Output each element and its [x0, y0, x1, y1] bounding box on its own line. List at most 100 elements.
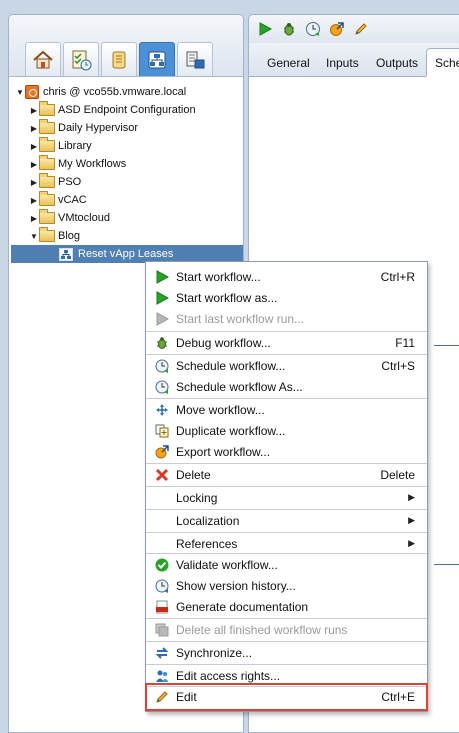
menu-item-localization[interactable]: Localization ▶ — [146, 510, 427, 531]
submenu-arrow-icon: ▶ — [408, 538, 415, 548]
delete-icon — [154, 467, 170, 483]
run-button[interactable] — [255, 19, 275, 39]
menu-item-label: Delete all finished workflow runs — [176, 622, 348, 637]
menu-item-edit-access-rights[interactable]: Edit access rights... — [146, 665, 427, 686]
users-icon — [154, 668, 170, 684]
collapse-arrow-icon[interactable]: ▶ — [29, 160, 39, 169]
tab-general[interactable]: General — [267, 48, 310, 77]
move-icon — [154, 402, 170, 418]
tree-root-label: chris @ vco55b.vmware.local — [43, 86, 187, 98]
tree-folder[interactable]: ▶ Daily Hypervisor — [29, 119, 243, 137]
menu-item-delete-finished-runs[interactable]: Delete all finished workflow runs — [146, 619, 427, 640]
collapse-arrow-icon[interactable]: ▶ — [29, 142, 39, 151]
export-button[interactable] — [327, 19, 347, 39]
menu-item-edit[interactable]: Edit Ctrl+E — [146, 686, 427, 707]
menu-item-references[interactable]: References ▶ — [146, 533, 427, 554]
menu-item-generate-documentation[interactable]: Generate documentation — [146, 596, 427, 617]
play-icon — [154, 290, 170, 306]
menu-item-move-workflow[interactable]: Move workflow... — [146, 399, 427, 420]
workflow-icon — [59, 247, 73, 261]
inventory-tab[interactable] — [177, 42, 213, 76]
menu-item-start-workflow[interactable]: Start workflow... Ctrl+R — [146, 266, 427, 287]
menu-item-start-workflow-as[interactable]: Start workflow as... — [146, 287, 427, 308]
menu-item-label: Move workflow... — [176, 402, 265, 417]
tree-root[interactable]: ▼ chris @ vco55b.vmware.local — [15, 83, 243, 101]
tree-folder[interactable]: ▶ vCAC — [29, 191, 243, 209]
edit-button[interactable] — [351, 19, 371, 39]
menu-item-label: Delete — [176, 467, 211, 482]
menu-item-export-workflow[interactable]: Export workflow... — [146, 441, 427, 462]
menu-item-start-last-run[interactable]: Start last workflow run... — [146, 308, 427, 329]
collapse-arrow-icon[interactable]: ▶ — [29, 106, 39, 115]
menu-item-label: Schedule workflow... — [176, 358, 286, 373]
menu-item-duplicate-workflow[interactable]: Duplicate workflow... — [146, 420, 427, 441]
debug-button[interactable] — [279, 19, 299, 39]
folder-label: ASD Endpoint Configuration — [58, 104, 196, 116]
menu-item-delete[interactable]: Delete Delete — [146, 464, 427, 485]
blank-icon-slot — [154, 490, 170, 506]
tree-folder[interactable]: ▶ My Workflows — [29, 155, 243, 173]
workflows-tab[interactable] — [139, 42, 175, 76]
expand-arrow-icon[interactable]: ▼ — [15, 88, 25, 97]
expand-arrow-icon[interactable]: ▼ — [29, 232, 39, 241]
check-icon — [154, 557, 170, 573]
tree-folder[interactable]: ▶ VMtocloud — [29, 209, 243, 227]
tab-outputs[interactable]: Outputs — [376, 48, 418, 77]
home-tab[interactable] — [25, 42, 61, 76]
menu-item-label: Debug workflow... — [176, 335, 271, 350]
tree-folder[interactable]: ▶ PSO — [29, 173, 243, 191]
menu-item-debug-workflow[interactable]: Debug workflow... F11 — [146, 332, 427, 353]
menu-item-label: References — [176, 536, 238, 551]
folder-label: Library — [58, 140, 92, 152]
folder-icon — [39, 209, 55, 224]
tab-schedule[interactable]: Sche — [426, 48, 459, 77]
collapse-arrow-icon[interactable]: ▶ — [29, 196, 39, 205]
tree-folder-blog[interactable]: ▼ Blog — [29, 227, 243, 245]
folder-label: My Workflows — [58, 158, 127, 170]
pdf-icon — [154, 599, 170, 615]
collapse-arrow-icon[interactable]: ▶ — [29, 124, 39, 133]
menu-item-label: Duplicate workflow... — [176, 423, 286, 438]
menu-item-label: Edit access rights... — [176, 668, 281, 683]
menu-item-schedule-workflow[interactable]: Schedule workflow... Ctrl+S — [146, 355, 427, 376]
menu-item-show-version-history[interactable]: Show version history... — [146, 575, 427, 596]
collapse-arrow-icon[interactable]: ▶ — [29, 178, 39, 187]
menu-item-synchronize[interactable]: Synchronize... — [146, 642, 427, 663]
actions-tab[interactable] — [101, 42, 137, 76]
menu-item-label: Export workflow... — [176, 444, 271, 459]
folder-label: Blog — [58, 230, 81, 242]
divider-line — [434, 564, 459, 565]
inventory-icon — [186, 51, 205, 68]
folder-icon — [39, 137, 55, 152]
collapse-arrow-icon[interactable]: ▶ — [29, 214, 39, 223]
workflow-toolbar — [249, 15, 459, 43]
folder-label: vCAC — [58, 194, 87, 206]
submenu-arrow-icon: ▶ — [408, 492, 415, 502]
menu-item-schedule-workflow-as[interactable]: Schedule workflow As... — [146, 376, 427, 397]
tab-inputs[interactable]: Inputs — [326, 48, 359, 77]
clock-icon — [154, 379, 170, 395]
submenu-arrow-icon: ▶ — [408, 515, 415, 525]
folder-label: VMtocloud — [58, 212, 110, 224]
play-icon — [154, 269, 170, 285]
folder-icon — [39, 119, 55, 134]
shortcut-label: Ctrl+R — [380, 269, 415, 284]
folder-label: Daily Hypervisor — [58, 122, 139, 134]
menu-item-locking[interactable]: Locking ▶ — [146, 487, 427, 508]
delete-runs-icon — [154, 622, 170, 638]
workflow-tabs: General Inputs Outputs Sche — [249, 43, 459, 77]
duplicate-icon — [154, 423, 170, 439]
folder-label: PSO — [58, 176, 82, 188]
clock-icon — [154, 358, 170, 374]
tasks-tab[interactable] — [63, 42, 99, 76]
pencil-icon — [154, 689, 170, 705]
menu-item-label: Start workflow... — [176, 269, 261, 284]
menu-item-validate-workflow[interactable]: Validate workflow... — [146, 554, 427, 575]
run-icon — [259, 22, 273, 36]
schedule-button[interactable] — [303, 19, 323, 39]
sync-icon — [154, 645, 170, 661]
menu-item-label: Generate documentation — [176, 599, 309, 614]
tree-folder[interactable]: ▶ ASD Endpoint Configuration — [29, 101, 243, 119]
blank-icon-slot — [154, 513, 170, 529]
tree-folder[interactable]: ▶ Library — [29, 137, 243, 155]
